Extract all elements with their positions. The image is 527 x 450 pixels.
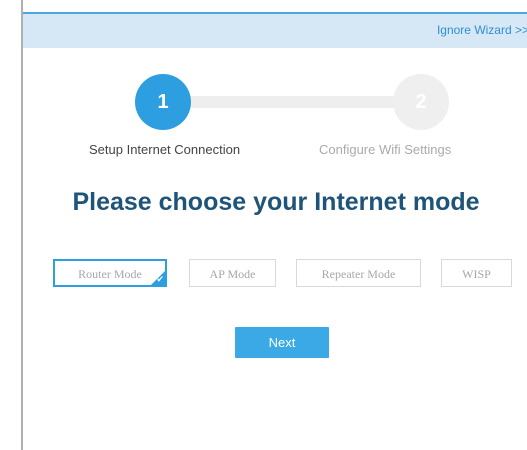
next-button[interactable]: Next <box>235 327 329 358</box>
router-mode-button[interactable]: Router Mode ✔ <box>53 259 167 287</box>
wisp-mode-button[interactable]: WISP <box>441 259 512 287</box>
step-2-indicator: 2 <box>393 74 449 130</box>
step-1-indicator: 1 <box>135 74 191 130</box>
ap-mode-button[interactable]: AP Mode <box>189 259 276 287</box>
step-2-label: Configure Wifi Settings <box>319 142 452 157</box>
ignore-wizard-link[interactable]: Ignore Wizard >> <box>437 23 527 37</box>
step-1-label: Setup Internet Connection <box>89 142 241 157</box>
stepper-progress-line <box>161 96 421 108</box>
wizard-header-bar: Ignore Wizard >> <box>23 12 527 48</box>
router-mode-label: Router Mode <box>78 267 142 281</box>
checkmark-icon: ✔ <box>156 275 164 285</box>
wizard-window: Ignore Wizard >> 1 2 Setup Internet Conn… <box>21 0 527 450</box>
ap-mode-label: AP Mode <box>209 267 256 281</box>
repeater-mode-label: Repeater Mode <box>321 267 396 281</box>
wisp-mode-label: WISP <box>462 267 491 281</box>
repeater-mode-button[interactable]: Repeater Mode <box>296 259 421 287</box>
page-title: Please choose your Internet mode <box>72 188 480 216</box>
